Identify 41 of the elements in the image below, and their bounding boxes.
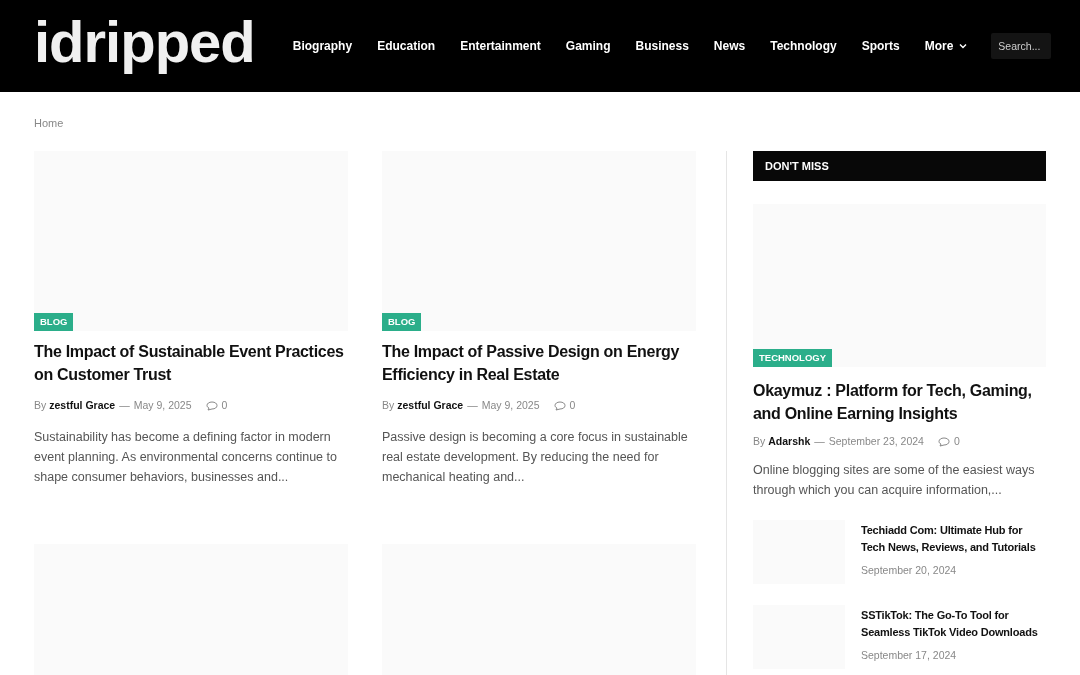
author-link[interactable]: zestful Grace	[49, 398, 116, 414]
dash-separator: —	[119, 398, 130, 413]
dash-separator: —	[814, 434, 825, 449]
nav-link[interactable]: Gaming	[565, 37, 611, 55]
post-date: September 17, 2024	[861, 647, 958, 663]
article-excerpt: Sustainability has become a defining factor in modern event planning. As environmental concerns continue to shape consumer behaviors, businesses and...	[34, 428, 338, 486]
post-date: May 9, 2025	[133, 398, 192, 413]
author-link[interactable]: zestful Grace	[397, 398, 464, 414]
comment-icon	[937, 436, 950, 447]
author-link[interactable]: Adarshk	[768, 434, 811, 450]
post-date: September 20, 2024	[861, 562, 958, 578]
dash-separator: —	[467, 398, 478, 413]
nav-link[interactable]: Technology	[770, 37, 837, 55]
byline-label: By	[34, 398, 47, 413]
byline-label: By	[753, 434, 766, 449]
nav-link[interactable]: Sports	[861, 37, 900, 55]
search-field[interactable]: Search...	[991, 33, 1052, 59]
nav-link[interactable]: More	[924, 37, 968, 55]
article-title[interactable]: The Impact of Sustainable Event Practices on Customer Trust	[34, 340, 348, 386]
nav-link[interactable]: Business	[635, 37, 689, 55]
comment-icon	[205, 400, 218, 411]
comment-count[interactable]: 0	[569, 398, 576, 414]
nav-link[interactable]: News	[713, 37, 746, 55]
article-excerpt: Online blogging sites are some of the easiest ways through which you can acquire information,...	[753, 461, 1036, 499]
article-title[interactable]: Okaymuz : Platform for Tech, Gaming, and Online Earning Insights	[753, 379, 1046, 425]
article-title[interactable]: The Impact of Passive Design on Energy Efficiency in Real Estate	[382, 340, 696, 386]
comment-count[interactable]: 0	[221, 398, 228, 414]
comment-count[interactable]: 0	[953, 434, 960, 450]
byline-label: By	[382, 398, 395, 413]
nav-link[interactable]: Education	[377, 37, 436, 55]
nav-link[interactable]: Entertainment	[460, 37, 541, 55]
breadcrumb-link[interactable]: Home	[34, 117, 64, 129]
post-date: September 23, 2024	[828, 434, 924, 449]
site-logo[interactable]: idripped	[34, 13, 255, 79]
post-date: May 9, 2025	[481, 398, 540, 413]
comment-icon	[553, 400, 566, 411]
section-heading: DON'T MISS	[753, 151, 1046, 181]
nav-link[interactable]: Biography	[292, 37, 353, 55]
post-title[interactable]: Techiadd Com: Ultimate Hub for Tech News, Reviews, and Tutorials	[861, 521, 1046, 556]
article-excerpt: Passive design is becoming a core focus in sustainable real estate development. By reducing the need for mechanical heating and...	[382, 428, 689, 486]
post-title[interactable]: SSTikTok: The Go-To Tool for Seamless TikTok Video Downloads	[861, 606, 1046, 641]
